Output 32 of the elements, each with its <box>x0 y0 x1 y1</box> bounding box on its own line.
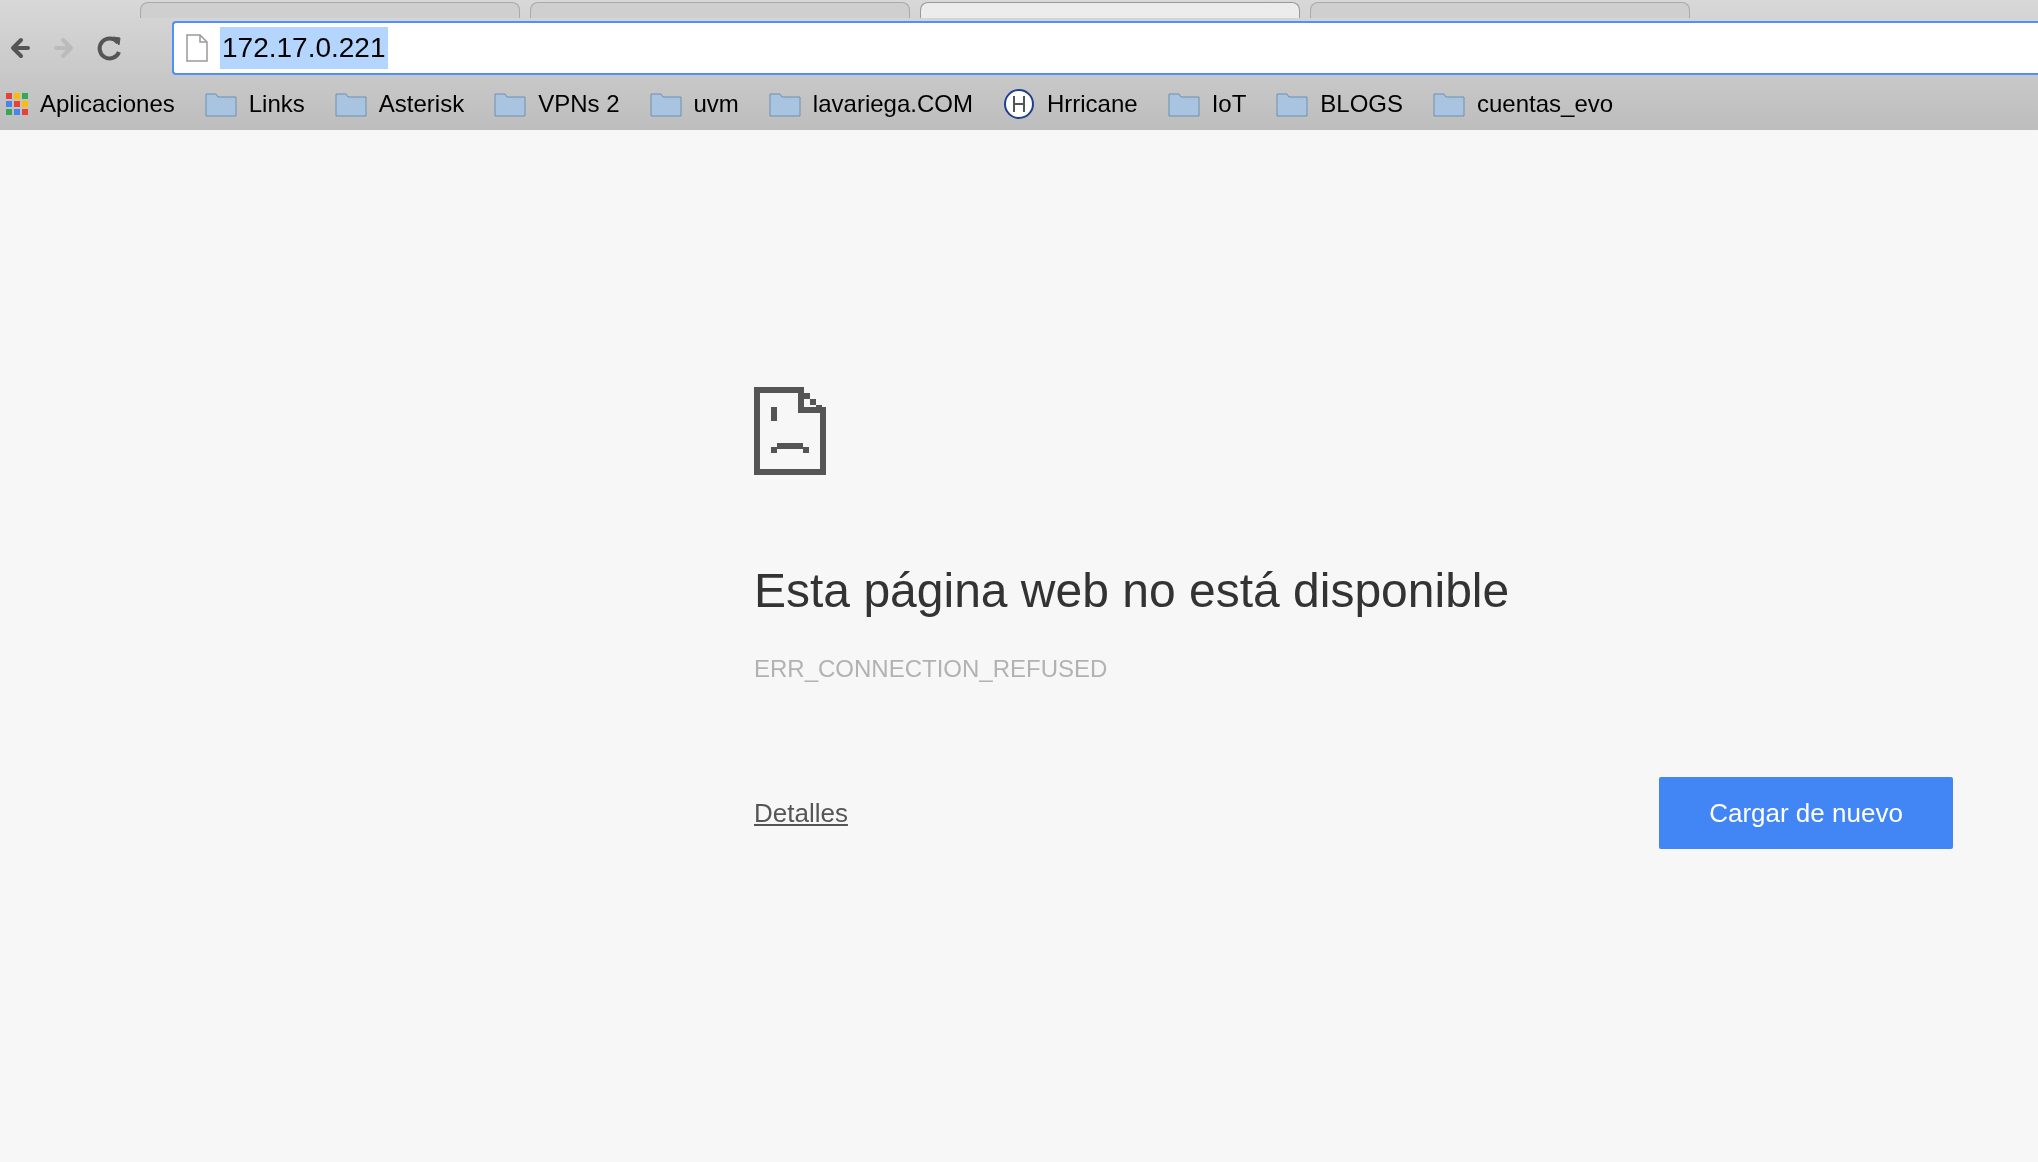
folder-icon <box>1167 91 1200 117</box>
bookmark[interactable]: IoT <box>1167 86 1247 122</box>
bookmark[interactable]: cuentas_evo <box>1433 86 1614 122</box>
page-icon <box>186 34 208 62</box>
browser-tab[interactable] <box>1310 2 1690 18</box>
error-heading: Esta página web no está disponible <box>754 567 1511 615</box>
bookmark[interactable]: lavariega.COM <box>768 86 973 122</box>
sad-page-icon <box>754 387 826 475</box>
folder-icon <box>204 91 237 117</box>
bookmark[interactable]: VPNs 2 <box>494 86 620 122</box>
url-text: 172.17.0.221 <box>220 27 388 69</box>
bookmark[interactable]: BLOGS <box>1276 86 1403 122</box>
error-code: ERR_CONNECTION_REFUSED <box>754 654 1109 684</box>
browser-tab[interactable] <box>140 2 520 18</box>
details-link[interactable]: Detalles <box>754 793 848 833</box>
bookmark[interactable]: Links <box>204 86 305 122</box>
bookmark[interactable]: Asterisk <box>334 86 465 122</box>
reload-button[interactable]: Cargar de nuevo <box>1659 777 1953 849</box>
browser-tab[interactable] <box>920 2 1300 18</box>
folder-icon <box>1276 91 1309 117</box>
folder-icon <box>334 91 367 117</box>
address-field[interactable]: 172.17.0.221 <box>172 21 2038 75</box>
bookmark[interactable]: uvm <box>649 86 739 122</box>
folder-icon <box>768 91 801 117</box>
site-logo-icon <box>1002 88 1035 120</box>
folder-icon <box>649 91 682 117</box>
bookmark[interactable]: Hrricane <box>1002 86 1138 122</box>
folder-icon <box>494 91 527 117</box>
apps-grid-icon <box>6 93 28 115</box>
folder-icon <box>1433 91 1465 117</box>
browser-tab[interactable] <box>530 2 910 18</box>
bookmark[interactable]: Aplicaciones <box>6 86 175 122</box>
